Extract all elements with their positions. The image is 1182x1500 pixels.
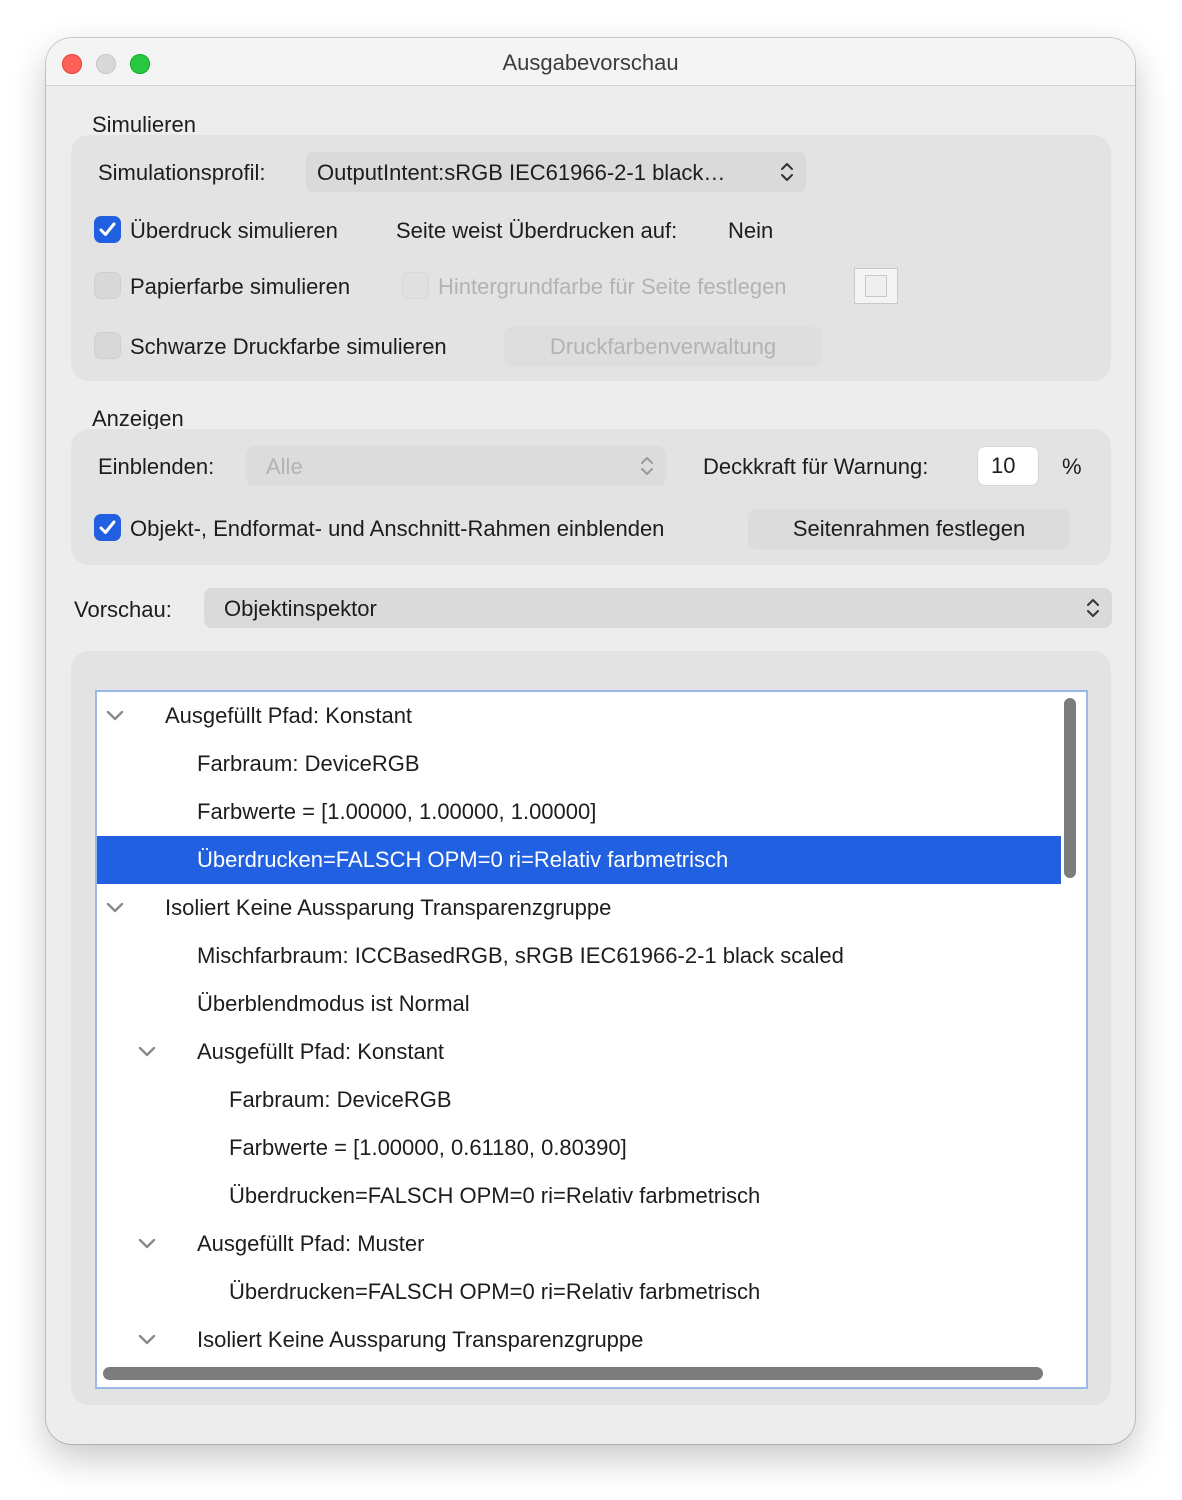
tree-row-label: Farbraum: DeviceRGB <box>229 1087 452 1112</box>
preview-label: Vorschau: <box>74 597 172 622</box>
simulation-profile-select[interactable]: OutputIntent:sRGB IEC61966-2-1 black… <box>306 152 806 192</box>
preview-select[interactable]: Objektinspektor <box>204 588 1112 628</box>
chevron-up-down-icon <box>1086 597 1100 624</box>
disclosure-chevron-down-icon[interactable] <box>105 709 125 728</box>
show-frames-checkbox[interactable] <box>94 514 121 541</box>
simulate-overprint-label: Überdruck simulieren <box>130 218 338 243</box>
tree-row[interactable]: Farbwerte = [1.00000, 1.00000, 1.00000] <box>97 788 1061 836</box>
horizontal-scrollbar[interactable] <box>103 1367 1043 1380</box>
tree-row[interactable]: Überblendmodus ist Normal <box>97 980 1061 1028</box>
title-bar: Ausgabevorschau <box>46 38 1135 86</box>
tree-row[interactable]: Farbraum: DeviceRGB <box>97 740 1061 788</box>
page-boxes-button[interactable]: Seitenrahmen festlegen <box>748 509 1070 549</box>
tree-row[interactable]: Überdrucken=FALSCH OPM=0 ri=Relativ farb… <box>97 1268 1061 1316</box>
simulate-group: Simulationsprofil: OutputIntent:sRGB IEC… <box>71 135 1111 381</box>
background-color-swatch <box>854 268 898 304</box>
tree-row[interactable]: Überdrucken=FALSCH OPM=0 ri=Relativ farb… <box>97 836 1061 884</box>
disclosure-chevron-down-icon[interactable] <box>137 1237 157 1256</box>
disclosure-chevron-down-icon[interactable] <box>137 1045 157 1064</box>
simulate-black-ink-checkbox[interactable] <box>94 332 121 359</box>
tree-row-label: Überdrucken=FALSCH OPM=0 ri=Relativ farb… <box>197 847 729 872</box>
tree-row-label: Überdrucken=FALSCH OPM=0 ri=Relativ farb… <box>229 1183 761 1208</box>
tree-row-label: Farbwerte = [1.00000, 0.61180, 0.80390] <box>229 1135 627 1160</box>
tree-row-label: Farbraum: DeviceRGB <box>197 751 420 776</box>
tree-row-label: Isoliert Keine Aussparung Transparenzgru… <box>165 895 612 920</box>
simulate-paper-color-label: Papierfarbe simulieren <box>130 274 351 299</box>
tree-row-label: Ausgefüllt Pfad: Konstant <box>197 1039 445 1064</box>
tree-row-label: Farbwerte = [1.00000, 1.00000, 1.00000] <box>197 799 597 824</box>
background-color-label: Hintergrundfarbe für Seite festlegen <box>438 274 787 299</box>
tree-row-group[interactable]: Ausgefüllt Pfad: Konstant <box>97 1028 1061 1076</box>
simulate-paper-color-checkbox[interactable] <box>94 272 121 299</box>
warning-opacity-label: Deckkraft für Warnung: <box>703 454 929 479</box>
display-group: Einblenden: Alle Deckkraft für Warnung: … <box>71 429 1111 565</box>
page-overprint-label: Seite weist Überdrucken auf: <box>396 218 678 243</box>
tree-row-label: Ausgefüllt Pfad: Konstant <box>165 703 413 728</box>
preview-value: Objektinspektor <box>224 596 377 621</box>
percent-unit: % <box>1062 454 1082 479</box>
output-preview-window: Ausgabevorschau Simulieren Simulationspr… <box>46 38 1135 1444</box>
show-select: Alle <box>246 446 666 486</box>
show-label: Einblenden: <box>98 454 215 479</box>
checkmark-icon <box>99 520 116 534</box>
tree-row-label: Mischfarbraum: ICCBasedRGB, sRGB IEC6196… <box>197 943 844 968</box>
checkmark-icon <box>99 222 116 236</box>
simulation-profile-value: OutputIntent:sRGB IEC61966-2-1 black… <box>317 160 726 185</box>
tree-row[interactable]: Farbraum: DeviceRGB <box>97 1076 1061 1124</box>
page-overprint-value: Nein <box>728 218 774 243</box>
tree-row[interactable]: Mischfarbraum: ICCBasedRGB, sRGB IEC6196… <box>97 932 1061 980</box>
disclosure-chevron-down-icon[interactable] <box>137 1333 157 1352</box>
show-value: Alle <box>266 454 303 479</box>
tree-row-group[interactable]: Ausgefüllt Pfad: Konstant <box>97 692 1061 740</box>
tree-row[interactable]: Überdrucken=FALSCH OPM=0 ri=Relativ farb… <box>97 1172 1061 1220</box>
tree-row-label: Ausgefüllt Pfad: Muster <box>197 1231 425 1256</box>
ink-manager-button: Druckfarbenverwaltung <box>504 327 822 367</box>
tree-row-label: Überblendmodus ist Normal <box>197 991 470 1016</box>
show-frames-label: Objekt-, Endformat- und Anschnitt-Rahmen… <box>130 516 665 541</box>
tree-row[interactable]: Farbwerte = [1.00000, 0.61180, 0.80390] <box>97 1124 1061 1172</box>
tree-row-group[interactable]: Isoliert Keine Aussparung Transparenzgru… <box>97 884 1061 932</box>
simulate-overprint-checkbox[interactable] <box>94 216 121 243</box>
chevron-up-down-icon <box>640 455 654 482</box>
tree-row-group[interactable]: Ausgefüllt Pfad: Muster <box>97 1220 1061 1268</box>
disclosure-chevron-down-icon[interactable] <box>105 901 125 920</box>
chevron-up-down-icon <box>780 161 794 188</box>
simulate-black-ink-label: Schwarze Druckfarbe simulieren <box>130 334 447 359</box>
tree-row-label: Überdrucken=FALSCH OPM=0 ri=Relativ farb… <box>229 1279 761 1304</box>
warning-opacity-input[interactable]: 10 <box>978 447 1038 485</box>
window-title: Ausgabevorschau <box>502 50 679 75</box>
background-color-checkbox <box>402 272 429 299</box>
simulation-profile-label: Simulationsprofil: <box>98 160 266 185</box>
vertical-scrollbar[interactable] <box>1064 698 1076 878</box>
tree-row-label: Isoliert Keine Aussparung Transparenzgru… <box>197 1327 644 1352</box>
object-inspector-tree[interactable]: Ausgefüllt Pfad: Konstant Farbraum: Devic… <box>95 690 1088 1389</box>
tree-row-group[interactable]: Isoliert Keine Aussparung Transparenzgru… <box>97 1316 1061 1364</box>
